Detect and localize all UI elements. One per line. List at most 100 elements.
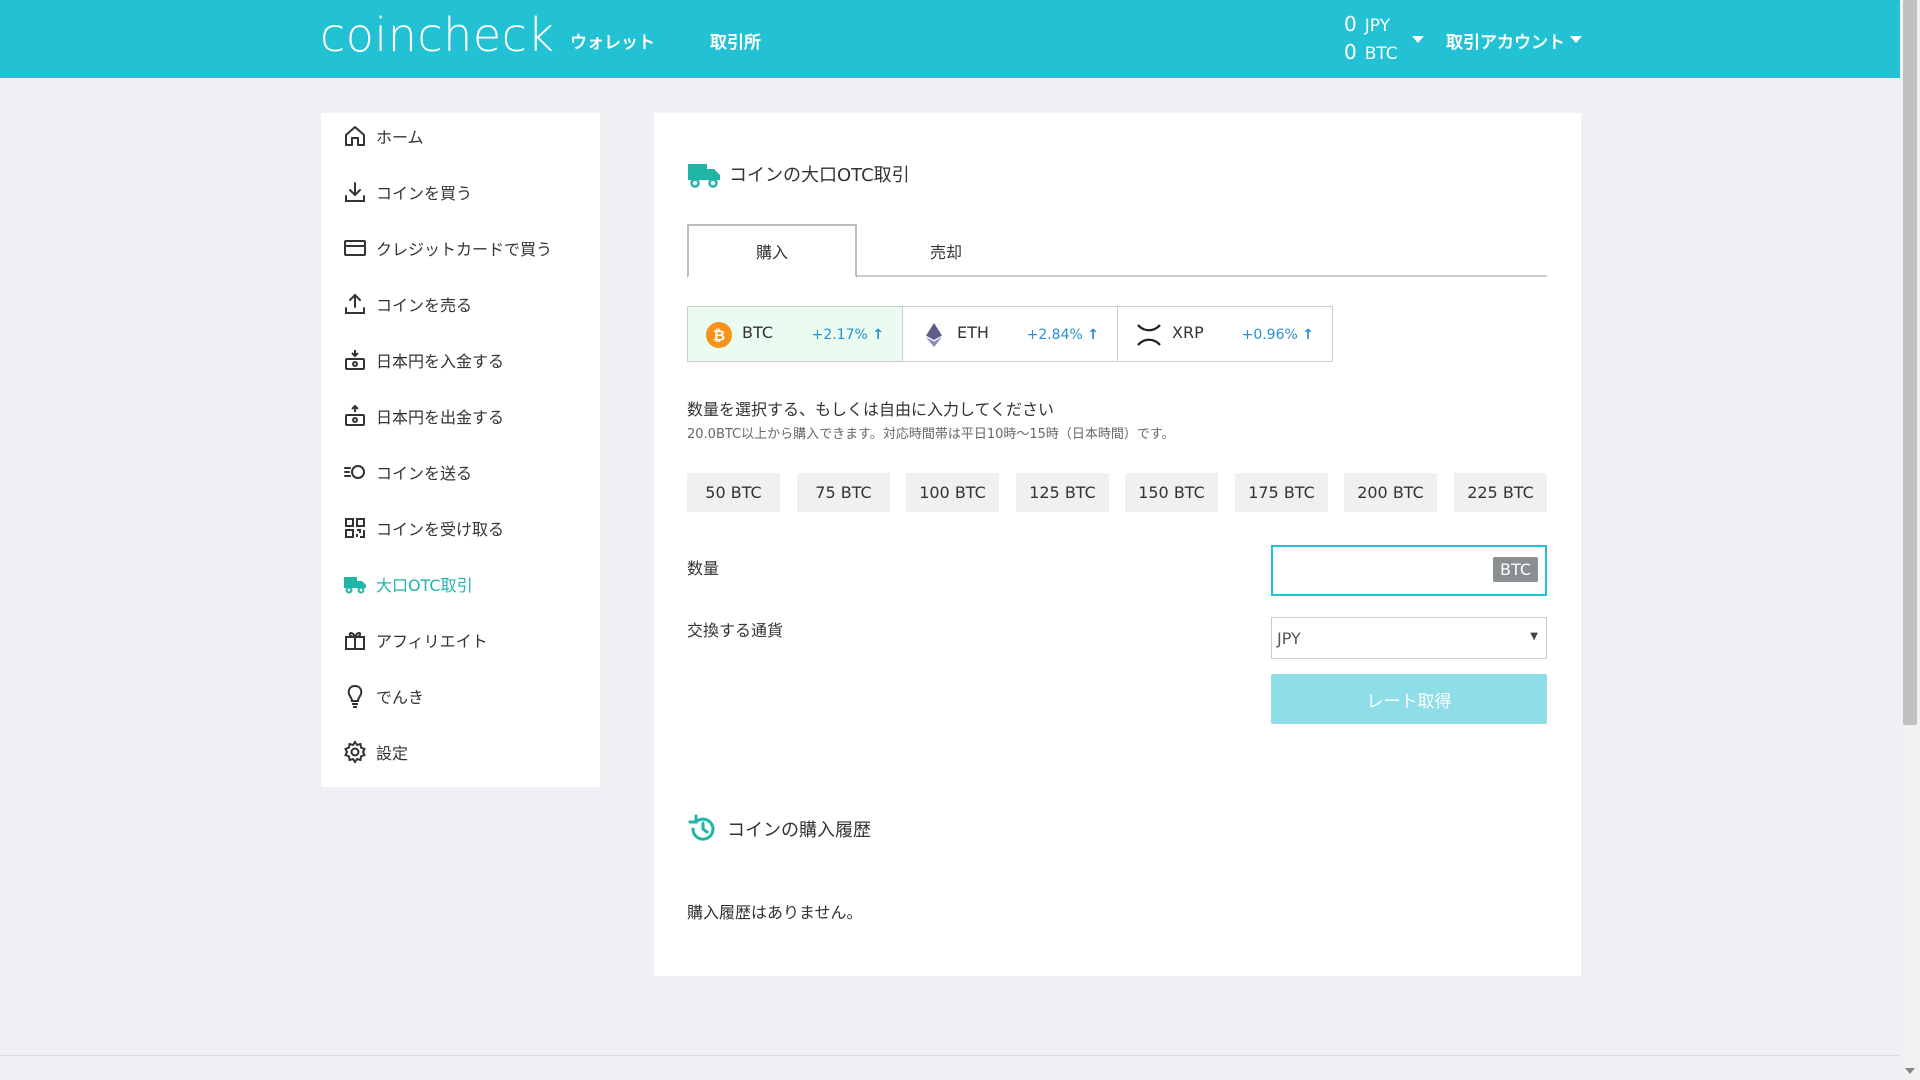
nav-exchange[interactable]: 取引所 bbox=[710, 28, 761, 53]
sidebar-item-label: でんき bbox=[376, 688, 425, 707]
sidebar: ホーム コインを買う クレジットカードで買う コインを売る 日本円を入金する 日… bbox=[321, 113, 600, 787]
sidebar-item-label: コインを送る bbox=[376, 464, 473, 483]
account-menu-label: 取引アカウント bbox=[1446, 33, 1565, 53]
sidebar-item-label: アフィリエイト bbox=[376, 632, 488, 651]
select-arrow-icon: ▼ bbox=[1530, 631, 1538, 642]
quantity-option-button[interactable]: 150 BTC bbox=[1125, 473, 1218, 512]
coin-symbol: ETH bbox=[957, 323, 989, 342]
sidebar-item-sell-coin[interactable]: コインを売る bbox=[343, 290, 472, 318]
coin-symbol: BTC bbox=[742, 323, 773, 342]
balance-btc-amount: 0 bbox=[1344, 40, 1357, 64]
coin-option-xrp[interactable]: XRP +0.96% ↑ bbox=[1118, 307, 1332, 361]
qr-code-icon bbox=[345, 518, 365, 538]
currency-label: 交換する通貨 bbox=[687, 621, 784, 640]
quantity-option-button[interactable]: 175 BTC bbox=[1235, 473, 1328, 512]
ethereum-icon bbox=[926, 323, 942, 347]
balance-jpy-amount: 0 bbox=[1344, 12, 1357, 36]
sidebar-item-otc[interactable]: 大口OTC取引 bbox=[343, 570, 473, 598]
coincheck-logo[interactable]: coincheck bbox=[320, 8, 555, 62]
tab-buy[interactable]: 購入 bbox=[687, 224, 857, 278]
vertical-scrollbar[interactable] bbox=[1900, 0, 1920, 1080]
deposit-icon bbox=[345, 350, 365, 370]
sidebar-item-deposit-jpy[interactable]: 日本円を入金する bbox=[343, 346, 504, 374]
sidebar-item-send-coin[interactable]: コインを送る bbox=[343, 458, 472, 486]
get-rate-button[interactable]: レート取得 bbox=[1271, 674, 1547, 724]
quantity-option-button[interactable]: 50 BTC bbox=[687, 473, 780, 512]
sidebar-item-label: コインを買う bbox=[376, 184, 473, 203]
top-navigation-bar: coincheck ウォレット 取引所 0 JPY 0 BTC 取引アカウント bbox=[0, 0, 1900, 78]
sidebar-item-label: コインを受け取る bbox=[376, 520, 505, 539]
amount-label: 数量 bbox=[687, 559, 720, 578]
svg-text:₿: ₿ bbox=[713, 327, 725, 345]
sidebar-item-label: 日本円を入金する bbox=[376, 352, 505, 371]
credit-card-icon bbox=[344, 240, 366, 256]
page-title-text: コインの大口OTC取引 bbox=[729, 165, 910, 186]
coin-symbol: XRP bbox=[1172, 323, 1204, 342]
nav-wallet[interactable]: ウォレット bbox=[570, 28, 655, 53]
coin-change: +0.96% ↑ bbox=[1241, 327, 1314, 343]
scrollbar-thumb[interactable] bbox=[1903, 0, 1917, 725]
gift-icon bbox=[345, 631, 365, 650]
otc-panel: コインの大口OTC取引 購入 売却 ₿ BTC +2.17% ↑ ETH +2.… bbox=[654, 113, 1581, 976]
history-title-text: コインの購入履歴 bbox=[727, 820, 871, 841]
amount-field: BTC bbox=[1271, 545, 1547, 596]
gear-icon bbox=[344, 740, 366, 764]
page-title: コインの大口OTC取引 bbox=[687, 159, 910, 189]
arrow-up-icon: ↑ bbox=[1087, 327, 1099, 343]
upload-icon bbox=[345, 293, 365, 314]
truck-icon bbox=[344, 577, 366, 594]
account-dropdown-caret-icon[interactable] bbox=[1570, 36, 1582, 43]
withdraw-icon bbox=[345, 404, 365, 426]
coin-option-btc[interactable]: ₿ BTC +2.17% ↑ bbox=[688, 307, 903, 361]
quantity-option-button[interactable]: 225 BTC bbox=[1454, 473, 1547, 512]
sidebar-item-label: ホーム bbox=[376, 128, 424, 147]
arrow-up-icon: ↑ bbox=[872, 327, 884, 343]
sidebar-item-label: 設定 bbox=[376, 744, 409, 763]
history-empty-message: 購入履歴はありません。 bbox=[687, 903, 863, 922]
tab-sell[interactable]: 売却 bbox=[861, 224, 1031, 277]
quantity-option-button[interactable]: 125 BTC bbox=[1016, 473, 1109, 512]
xrp-icon bbox=[1137, 324, 1161, 346]
balance-btc: 0 BTC bbox=[1344, 40, 1398, 64]
quantity-hint: 数量を選択する、もしくは自由に入力してください bbox=[687, 400, 1055, 419]
balance-jpy: 0 JPY bbox=[1344, 12, 1390, 36]
balance-dropdown-caret-icon[interactable] bbox=[1412, 36, 1424, 43]
arrow-up-icon: ↑ bbox=[1302, 327, 1314, 343]
sidebar-item-settings[interactable]: 設定 bbox=[343, 738, 408, 766]
coin-change: +2.84% ↑ bbox=[1026, 327, 1099, 343]
history-title: コインの購入履歴 bbox=[687, 813, 871, 845]
amount-input[interactable] bbox=[1279, 553, 1483, 589]
sidebar-item-label: クレジットカードで買う bbox=[376, 240, 553, 259]
balance-btc-unit: BTC bbox=[1364, 44, 1398, 64]
balance-jpy-unit: JPY bbox=[1364, 16, 1391, 36]
sidebar-item-label: 大口OTC取引 bbox=[376, 576, 473, 595]
coin-option-eth[interactable]: ETH +2.84% ↑ bbox=[903, 307, 1118, 361]
lightbulb-icon bbox=[347, 684, 363, 708]
sidebar-item-denki[interactable]: でんき bbox=[343, 682, 424, 710]
sidebar-item-affiliate[interactable]: アフィリエイト bbox=[343, 626, 488, 654]
sidebar-item-credit-card[interactable]: クレジットカードで買う bbox=[343, 234, 552, 262]
sidebar-item-receive-coin[interactable]: コインを受け取る bbox=[343, 514, 504, 542]
home-icon bbox=[345, 126, 365, 146]
sidebar-item-withdraw-jpy[interactable]: 日本円を出金する bbox=[343, 402, 504, 430]
account-menu[interactable]: 取引アカウント bbox=[1446, 28, 1565, 53]
quantity-option-button[interactable]: 200 BTC bbox=[1344, 473, 1437, 512]
coin-change: +2.17% ↑ bbox=[811, 327, 884, 343]
quantity-option-button[interactable]: 75 BTC bbox=[797, 473, 890, 512]
send-icon bbox=[344, 465, 365, 479]
quantity-option-button[interactable]: 100 BTC bbox=[906, 473, 999, 512]
coin-selector: ₿ BTC +2.17% ↑ ETH +2.84% ↑ XRP +0.96% ↑ bbox=[687, 306, 1333, 362]
truck-icon bbox=[688, 164, 720, 188]
sidebar-item-label: コインを売る bbox=[376, 296, 473, 315]
bitcoin-icon: ₿ bbox=[706, 322, 732, 348]
footer-divider bbox=[0, 1055, 1900, 1056]
amount-unit-badge: BTC bbox=[1493, 557, 1538, 582]
sidebar-item-buy-coin[interactable]: コインを買う bbox=[343, 178, 472, 206]
history-icon bbox=[688, 814, 715, 841]
sidebar-item-home[interactable]: ホーム bbox=[343, 122, 424, 150]
quantity-subhint: 20.0BTC以上から購入できます。対応時間帯は平日10時〜15時（日本時間）で… bbox=[687, 427, 1175, 442]
currency-select[interactable]: JPY ▼ bbox=[1271, 617, 1547, 659]
scroll-down-arrow-icon[interactable] bbox=[1905, 1068, 1915, 1074]
sidebar-item-label: 日本円を出金する bbox=[376, 408, 505, 427]
download-icon bbox=[345, 182, 365, 202]
